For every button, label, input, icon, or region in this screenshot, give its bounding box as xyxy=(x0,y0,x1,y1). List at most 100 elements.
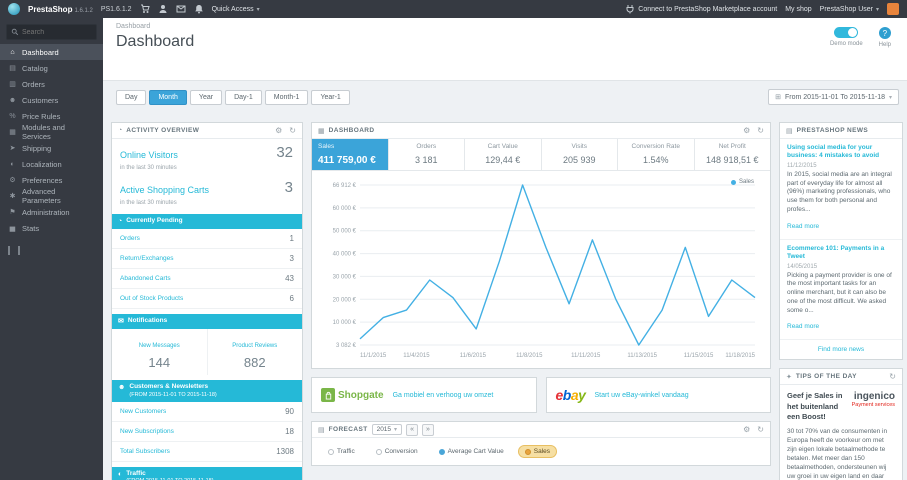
sidebar-item-price-rules[interactable]: % Price Rules xyxy=(0,108,103,124)
out-of-stock-value: 6 xyxy=(289,294,294,304)
previous-period-button[interactable]: « xyxy=(406,423,418,436)
product-reviews-value: 882 xyxy=(243,355,266,371)
news-article-title-link[interactable]: Using social media for your business: 4 … xyxy=(787,144,895,161)
svg-text:3 082 €: 3 082 € xyxy=(336,343,357,349)
next-period-button[interactable]: » xyxy=(421,423,434,436)
forecast-icon: ▤ xyxy=(318,426,325,434)
sidebar-item-modules[interactable]: ▦ Modules and Services xyxy=(0,123,103,141)
refresh-icon[interactable]: ↻ xyxy=(757,425,764,434)
new-messages-link[interactable]: New Messages xyxy=(139,343,180,349)
messages-icon[interactable] xyxy=(176,4,186,14)
sidebar-item-label: Customers xyxy=(22,95,59,105)
forecast-legend-conversion[interactable]: Conversion xyxy=(369,445,425,458)
news-article: Ecommerce 101: Payments in a Tweet 14/05… xyxy=(780,240,902,341)
forecast-year-select[interactable]: 2015 ▾ xyxy=(371,424,403,435)
active-carts-stat: Active Shopping Carts in the last 30 min… xyxy=(112,174,302,209)
shopping-bag-icon xyxy=(321,388,335,402)
kpi-orders[interactable]: Orders 3 181 xyxy=(389,139,465,170)
avatar[interactable] xyxy=(887,3,899,15)
kpi-sales[interactable]: Sales 411 759,00 € xyxy=(312,139,389,170)
sidebar-item-orders[interactable]: ▥ Orders xyxy=(0,76,103,92)
left-column: ◔ ACTIVITY OVERVIEW ⚙ ↻ Online Visitors … xyxy=(111,122,303,480)
gear-icon[interactable]: ⚙ xyxy=(743,126,750,135)
sidebar-item-label: Administration xyxy=(22,207,70,217)
quick-access-menu[interactable]: Quick Access ▾ xyxy=(212,6,260,13)
bell-icon: ✉ xyxy=(118,318,124,326)
orders-link[interactable]: Orders xyxy=(120,235,140,242)
sidebar-item-advanced-parameters[interactable]: ✱ Advanced Parameters xyxy=(0,187,103,205)
shopgate-link[interactable]: Ga mobiel en verhoog uw omzet xyxy=(393,392,494,399)
sidebar-item-customers[interactable]: ☻ Customers xyxy=(0,92,103,108)
range-button-month[interactable]: Month xyxy=(149,89,187,105)
abandoned-carts-link[interactable]: Abandoned Carts xyxy=(120,275,171,282)
range-button-year-1[interactable]: Year-1 xyxy=(311,89,350,105)
cart-icon[interactable] xyxy=(140,4,150,14)
kpi-cart-value[interactable]: Cart Value 129,44 € xyxy=(465,139,542,170)
new-subscriptions-link[interactable]: New Subscriptions xyxy=(120,428,174,435)
refresh-icon[interactable]: ↻ xyxy=(889,372,896,381)
date-range-picker[interactable]: ⊞ From 2015-11-01 To 2015-11-18 ▾ xyxy=(768,89,899,105)
customers-newsletters-titles: Customers & Newsletters (FROM 2015-11-01 … xyxy=(129,383,216,399)
range-button-year[interactable]: Year xyxy=(189,89,223,105)
active-carts-link[interactable]: Active Shopping Carts xyxy=(120,185,209,195)
new-messages-value: 144 xyxy=(148,355,171,371)
refresh-icon[interactable]: ↻ xyxy=(289,126,296,135)
my-shop-link[interactable]: My shop xyxy=(785,6,811,13)
sidebar-item-stats[interactable]: ▅ Stats xyxy=(0,220,103,236)
demo-mode-toggle[interactable] xyxy=(834,27,859,38)
news-article-title-link[interactable]: Ecommerce 101: Payments in a Tweet xyxy=(787,245,895,262)
returns-link[interactable]: Return/Exchanges xyxy=(120,255,173,262)
chart-legend-sales[interactable]: Sales xyxy=(730,179,754,185)
right-column: ▤ PRESTASHOP NEWS Using social media for… xyxy=(779,122,903,480)
gear-icon[interactable]: ⚙ xyxy=(743,425,750,434)
sidebar-item-preferences[interactable]: ⚙ Preferences xyxy=(0,172,103,188)
customer-icon[interactable] xyxy=(158,4,168,14)
ingenico-logo: ingenico Payment services xyxy=(852,391,895,421)
activity-row-returns: Return/Exchanges 3 xyxy=(112,249,302,270)
read-more-link[interactable]: Read more xyxy=(787,223,819,230)
kpi-conversion-rate[interactable]: Conversion Rate 1.54% xyxy=(618,139,695,170)
sidebar-collapse-button[interactable] xyxy=(8,246,20,255)
customers-newsletters-title: Customers & Newsletters xyxy=(129,383,209,391)
refresh-icon[interactable]: ↻ xyxy=(757,126,764,135)
read-more-link[interactable]: Read more xyxy=(787,323,819,330)
kpi-visits[interactable]: Visits 205 939 xyxy=(542,139,618,170)
sidebar-item-shipping[interactable]: ➤ Shipping xyxy=(0,140,103,156)
news-panel-title: PRESTASHOP NEWS xyxy=(796,127,869,134)
sidebar-item-label: Orders xyxy=(22,79,45,89)
forecast-legend-traffic[interactable]: Traffic xyxy=(321,445,362,458)
legend-label: Conversion xyxy=(384,448,418,455)
sidebar-item-label: Shipping xyxy=(22,143,52,153)
new-customers-link[interactable]: New Customers xyxy=(120,408,166,415)
price-rules-icon: % xyxy=(9,112,16,120)
marketplace-link[interactable]: Connect to PrestaShop Marketplace accoun… xyxy=(625,4,777,14)
help-icon[interactable]: ? xyxy=(878,27,891,39)
out-of-stock-link[interactable]: Out of Stock Products xyxy=(120,295,183,302)
product-reviews-link[interactable]: Product Reviews xyxy=(232,343,277,349)
sidebar-item-administration[interactable]: ⚑ Administration xyxy=(0,204,103,220)
total-subscribers-link[interactable]: Total Subscribers xyxy=(120,448,170,455)
online-visitors-link[interactable]: Online Visitors xyxy=(120,150,178,160)
range-button-month-1[interactable]: Month-1 xyxy=(264,89,309,105)
gear-icon[interactable]: ⚙ xyxy=(275,126,282,135)
forecast-legend-sales[interactable]: Sales xyxy=(517,445,557,458)
range-button-day[interactable]: Day xyxy=(116,89,147,105)
ebay-link[interactable]: Start uw eBay-winkel vandaag xyxy=(594,392,688,399)
lightbulb-icon: ✦ xyxy=(786,373,792,381)
chevron-down-icon: ▾ xyxy=(875,6,879,13)
demo-mode: Demo mode xyxy=(830,27,863,47)
forecast-legend-average-cart-value[interactable]: Average Cart Value xyxy=(432,445,511,458)
kpi-net-profit[interactable]: Net Profit 148 918,51 € xyxy=(695,139,771,170)
sidebar-item-dashboard[interactable]: ⌂ Dashboard xyxy=(0,44,103,60)
tips-of-the-day-panel: ✦ TIPS OF THE DAY ↻ Geef je Sales in het… xyxy=(779,368,903,480)
breadcrumb: Dashboard xyxy=(116,23,151,30)
sidebar-item-catalog[interactable]: ▤ Catalog xyxy=(0,60,103,76)
search-input[interactable] xyxy=(22,28,90,36)
user-menu[interactable]: PrestaShop User ▾ xyxy=(820,6,879,13)
bell-icon[interactable] xyxy=(194,4,204,14)
range-button-day-1[interactable]: Day-1 xyxy=(225,89,262,105)
find-more-news-link[interactable]: Find more news xyxy=(780,340,902,359)
sidebar-item-localization[interactable]: ◐ Localization xyxy=(0,156,103,172)
dashboard-panel-title: DASHBOARD xyxy=(328,127,375,134)
sidebar-item-label: Catalog xyxy=(22,63,48,73)
